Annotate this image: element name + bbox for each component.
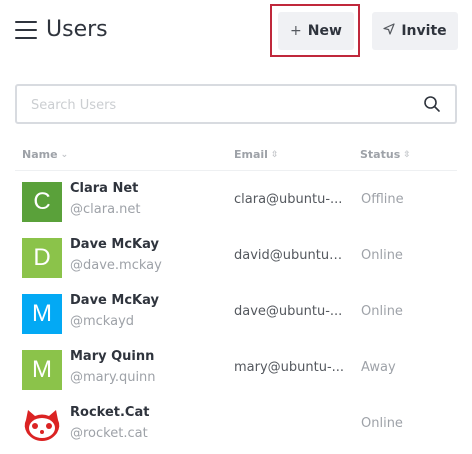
new-button-label: New (307, 23, 342, 39)
user-name: Mary Quinn (70, 349, 155, 364)
table-row[interactable]: Rocket.Cat @rocket.cat Online (0, 396, 472, 452)
column-header-status[interactable]: Status ⇳ (360, 148, 411, 161)
avatar: M (22, 294, 62, 334)
search-input[interactable] (29, 92, 413, 118)
user-status: Offline (361, 192, 404, 207)
plus-icon: + (290, 23, 302, 39)
user-status: Online (361, 248, 403, 263)
avatar: D (22, 238, 62, 278)
hamburger-menu-icon[interactable] (15, 21, 37, 39)
user-status: Online (361, 416, 403, 431)
user-name: Dave McKay (70, 293, 159, 308)
user-handle: @mary.quinn (70, 370, 156, 385)
user-status: Online (361, 304, 403, 319)
user-handle: @dave.mckay (70, 258, 162, 273)
avatar (22, 406, 62, 446)
user-email: david@ubuntu-... (234, 248, 346, 263)
sort-icon: ⇳ (270, 149, 279, 160)
user-handle: @mckayd (70, 314, 135, 329)
sort-icon: ⇳ (403, 149, 411, 160)
invite-button-label: Invite (401, 23, 447, 39)
user-name: Clara Net (70, 181, 139, 196)
header: Users + New Invite (0, 0, 472, 62)
user-status: Away (361, 360, 396, 375)
page-title: Users (46, 17, 108, 42)
new-button[interactable]: + New (278, 12, 354, 50)
user-name: Dave McKay (70, 237, 159, 252)
column-header-name[interactable]: Name ⌄ (22, 148, 68, 161)
send-icon (383, 23, 395, 39)
search-icon[interactable] (423, 95, 441, 113)
table-row[interactable]: D Dave McKay @dave.mckay david@ubuntu-..… (0, 228, 472, 284)
search-box (15, 84, 457, 124)
user-email: dave@ubuntu-... (234, 304, 343, 319)
sort-icon: ⌄ (60, 149, 69, 160)
table-row[interactable]: C Clara Net @clara.net clara@ubuntu-... … (0, 172, 472, 228)
avatar: M (22, 350, 62, 390)
user-email: mary@ubuntu-... (234, 360, 345, 375)
user-handle: @rocket.cat (70, 426, 148, 441)
avatar: C (22, 182, 62, 222)
user-email: clara@ubuntu-... (234, 192, 343, 207)
column-header-email[interactable]: Email ⇳ (234, 148, 279, 161)
rocket-cat-icon (24, 410, 60, 441)
user-name: Rocket.Cat (70, 405, 150, 420)
header-divider (15, 170, 457, 171)
user-handle: @clara.net (70, 202, 141, 217)
table-row[interactable]: M Dave McKay @mckayd dave@ubuntu-... Onl… (0, 284, 472, 340)
table-row[interactable]: M Mary Quinn @mary.quinn mary@ubuntu-...… (0, 340, 472, 396)
invite-button[interactable]: Invite (372, 12, 458, 50)
